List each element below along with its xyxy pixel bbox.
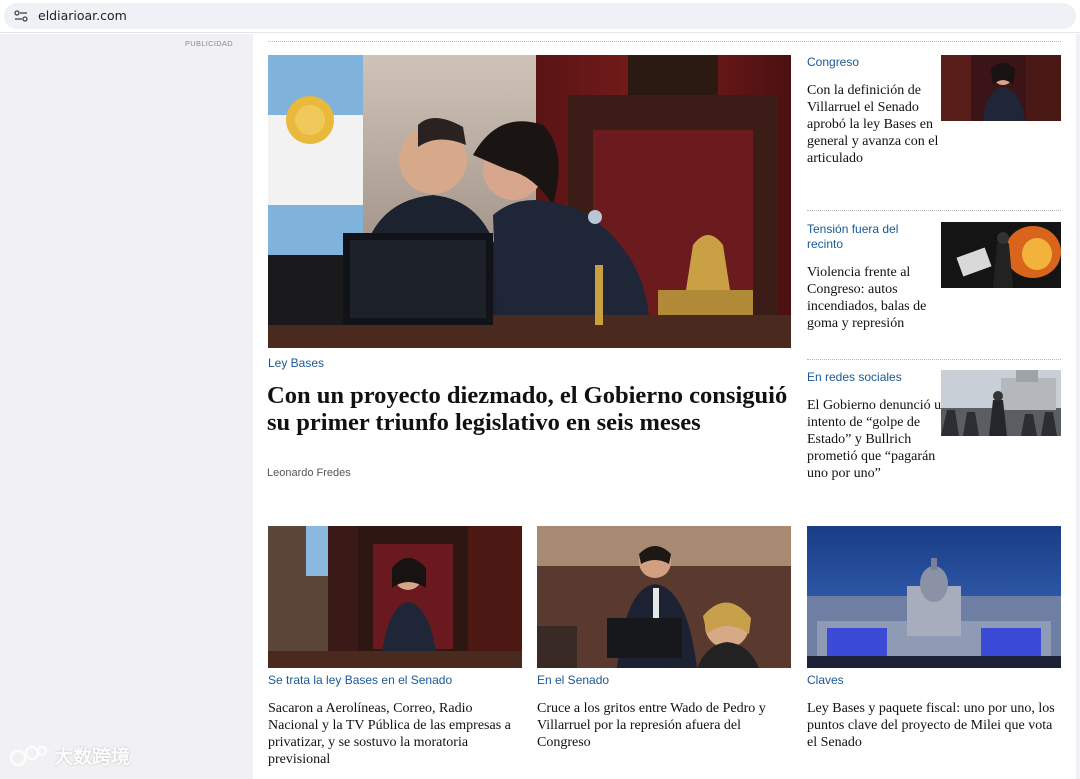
bottom-story-1-kicker[interactable]: Se trata la ley Bases en el Senado	[268, 673, 452, 688]
side-divider-1	[807, 210, 1061, 211]
right-gutter	[1076, 34, 1080, 779]
side-story-1-title[interactable]: Con la definición de Villarruel el Senad…	[807, 82, 947, 167]
main-story-kicker[interactable]: Ley Bases	[268, 356, 324, 371]
side-story-1-image[interactable]	[941, 55, 1061, 121]
top-divider	[268, 41, 1061, 42]
side-story-2-kicker[interactable]: Tensión fuera del recinto	[807, 222, 917, 252]
bottom-story-3-kicker[interactable]: Claves	[807, 673, 844, 688]
watermark: 大数跨境	[8, 742, 130, 769]
bottom-story-1-image[interactable]	[268, 526, 522, 668]
main-story-image[interactable]	[268, 55, 791, 348]
bottom-story-2-image[interactable]	[537, 526, 791, 668]
bottom-story-3-title[interactable]: Ley Bases y paquete fiscal: uno por uno,…	[807, 700, 1061, 751]
bottom-story-2-kicker[interactable]: En el Senado	[537, 673, 609, 688]
bottom-story-3-image[interactable]	[807, 526, 1061, 668]
ad-label: PUBLICIDAD	[185, 39, 234, 48]
side-story-2-title[interactable]: Violencia frente al Congreso: autos ince…	[807, 264, 947, 332]
side-story-1-kicker[interactable]: Congreso	[807, 55, 859, 70]
watermark-logo-icon	[9, 745, 47, 766]
side-divider-2	[807, 359, 1061, 360]
bottom-story-1-title[interactable]: Sacaron a Aerolíneas, Correo, Radio Naci…	[268, 700, 518, 768]
bottom-story-2-title[interactable]: Cruce a los gritos entre Wado de Pedro y…	[537, 700, 791, 751]
side-story-2-image[interactable]	[941, 222, 1061, 288]
ad-column: PUBLICIDAD	[0, 34, 253, 779]
main-story-title[interactable]: Con un proyecto diezmado, el Gobierno co…	[267, 382, 795, 436]
url-field[interactable]: eldiarioar.com	[4, 3, 1076, 29]
browser-address-bar: eldiarioar.com	[0, 0, 1080, 33]
main-story-author[interactable]: Leonardo Fredes	[267, 467, 351, 479]
site-settings-icon[interactable]	[14, 10, 28, 22]
side-story-3-kicker[interactable]: En redes sociales	[807, 370, 902, 385]
url-text[interactable]: eldiarioar.com	[38, 8, 127, 23]
side-story-3-image[interactable]	[941, 370, 1061, 436]
side-story-3-title[interactable]: El Gobierno denunció un intento de “golp…	[807, 397, 957, 482]
watermark-text: 大数跨境	[54, 746, 131, 768]
